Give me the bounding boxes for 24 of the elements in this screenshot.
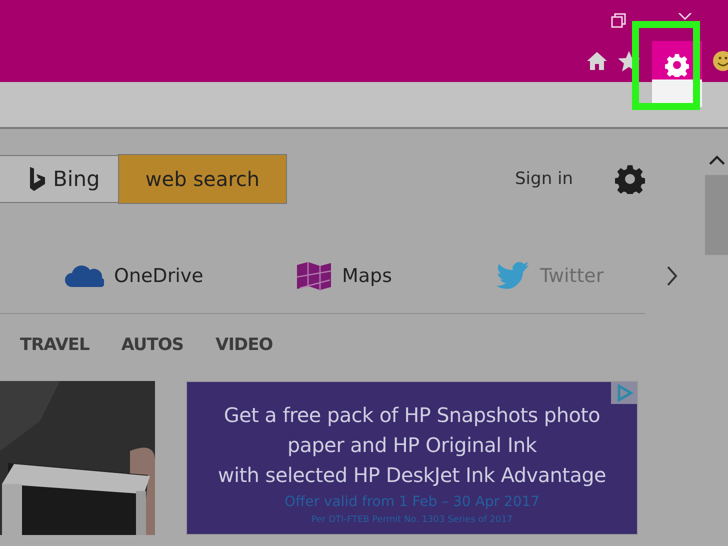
search-brand: Bing [53,167,100,191]
web-search-button[interactable]: web search [118,154,287,204]
settings-icon [665,53,689,77]
scroll-thumb[interactable] [705,175,728,255]
nav-link[interactable]: TRAVEL [20,335,90,355]
smiley-icon[interactable] [712,50,728,72]
nav-link[interactable]: VIDEO [216,335,273,355]
star-icon[interactable] [618,50,640,72]
app-link[interactable]: Maps [296,261,496,291]
ad-headline: Get a free pack of HP Snapshots photo paper and HP Original Ink with selected HP DeskJet Ink Advantage [216,402,608,489]
map-icon [296,261,332,291]
close-icon[interactable] [677,13,693,21]
caret-up-icon[interactable] [708,155,724,165]
cloud-icon [64,264,104,288]
app-link[interactable]: OneDrive [64,264,296,288]
bing-logo-icon [29,166,45,192]
search-box[interactable]: Bing [0,155,118,203]
sign-in-link[interactable]: Sign in [515,169,573,189]
chevron-right-icon[interactable] [666,266,678,286]
bird-icon [496,262,530,290]
home-icon[interactable] [586,51,608,71]
restore-icon[interactable] [611,13,627,29]
settings-icon[interactable] [615,164,645,194]
nav-link[interactable]: AUTOS [121,335,184,355]
